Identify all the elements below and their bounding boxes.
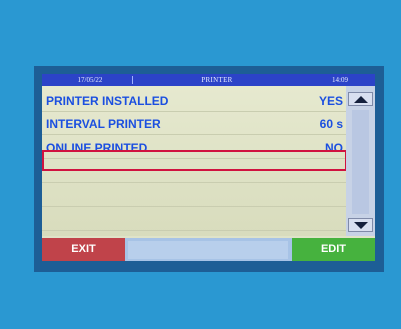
footer-bar: EXIT EDIT [42,238,375,261]
scroll-down-button[interactable] [348,218,373,232]
setting-row-interval-printer[interactable]: INTERVAL PRINTER 60 s [42,113,346,135]
screen-title: PRINTER [201,76,233,84]
empty-row [42,185,346,207]
header-divider [132,76,133,84]
empty-row [42,209,346,231]
header-time: 14:09 [332,76,348,84]
exit-button[interactable]: EXIT [42,238,125,261]
setting-value: YES [318,94,343,108]
scroll-track[interactable] [352,110,369,214]
triangle-down-icon [354,222,368,229]
header-bar: 17/05/22 PRINTER 14:09 [42,74,375,86]
settings-list: PRINTER INSTALLED YES INTERVAL PRINTER 6… [42,86,347,236]
scrollbar[interactable] [346,86,375,236]
setting-value: 60 s [319,117,343,131]
selection-highlight [42,150,347,171]
setting-row-printer-installed[interactable]: PRINTER INSTALLED YES [42,90,346,112]
triangle-up-icon [354,96,368,103]
setting-label: PRINTER INSTALLED [46,94,169,108]
footer-spacer [128,241,288,259]
hmi-screen: 17/05/22 PRINTER 14:09 PRINTER INSTALLED… [42,74,375,261]
header-date: 17/05/22 [77,76,103,84]
edit-button[interactable]: EDIT [292,238,375,261]
setting-label: INTERVAL PRINTER [46,117,161,131]
scroll-up-button[interactable] [348,92,373,106]
